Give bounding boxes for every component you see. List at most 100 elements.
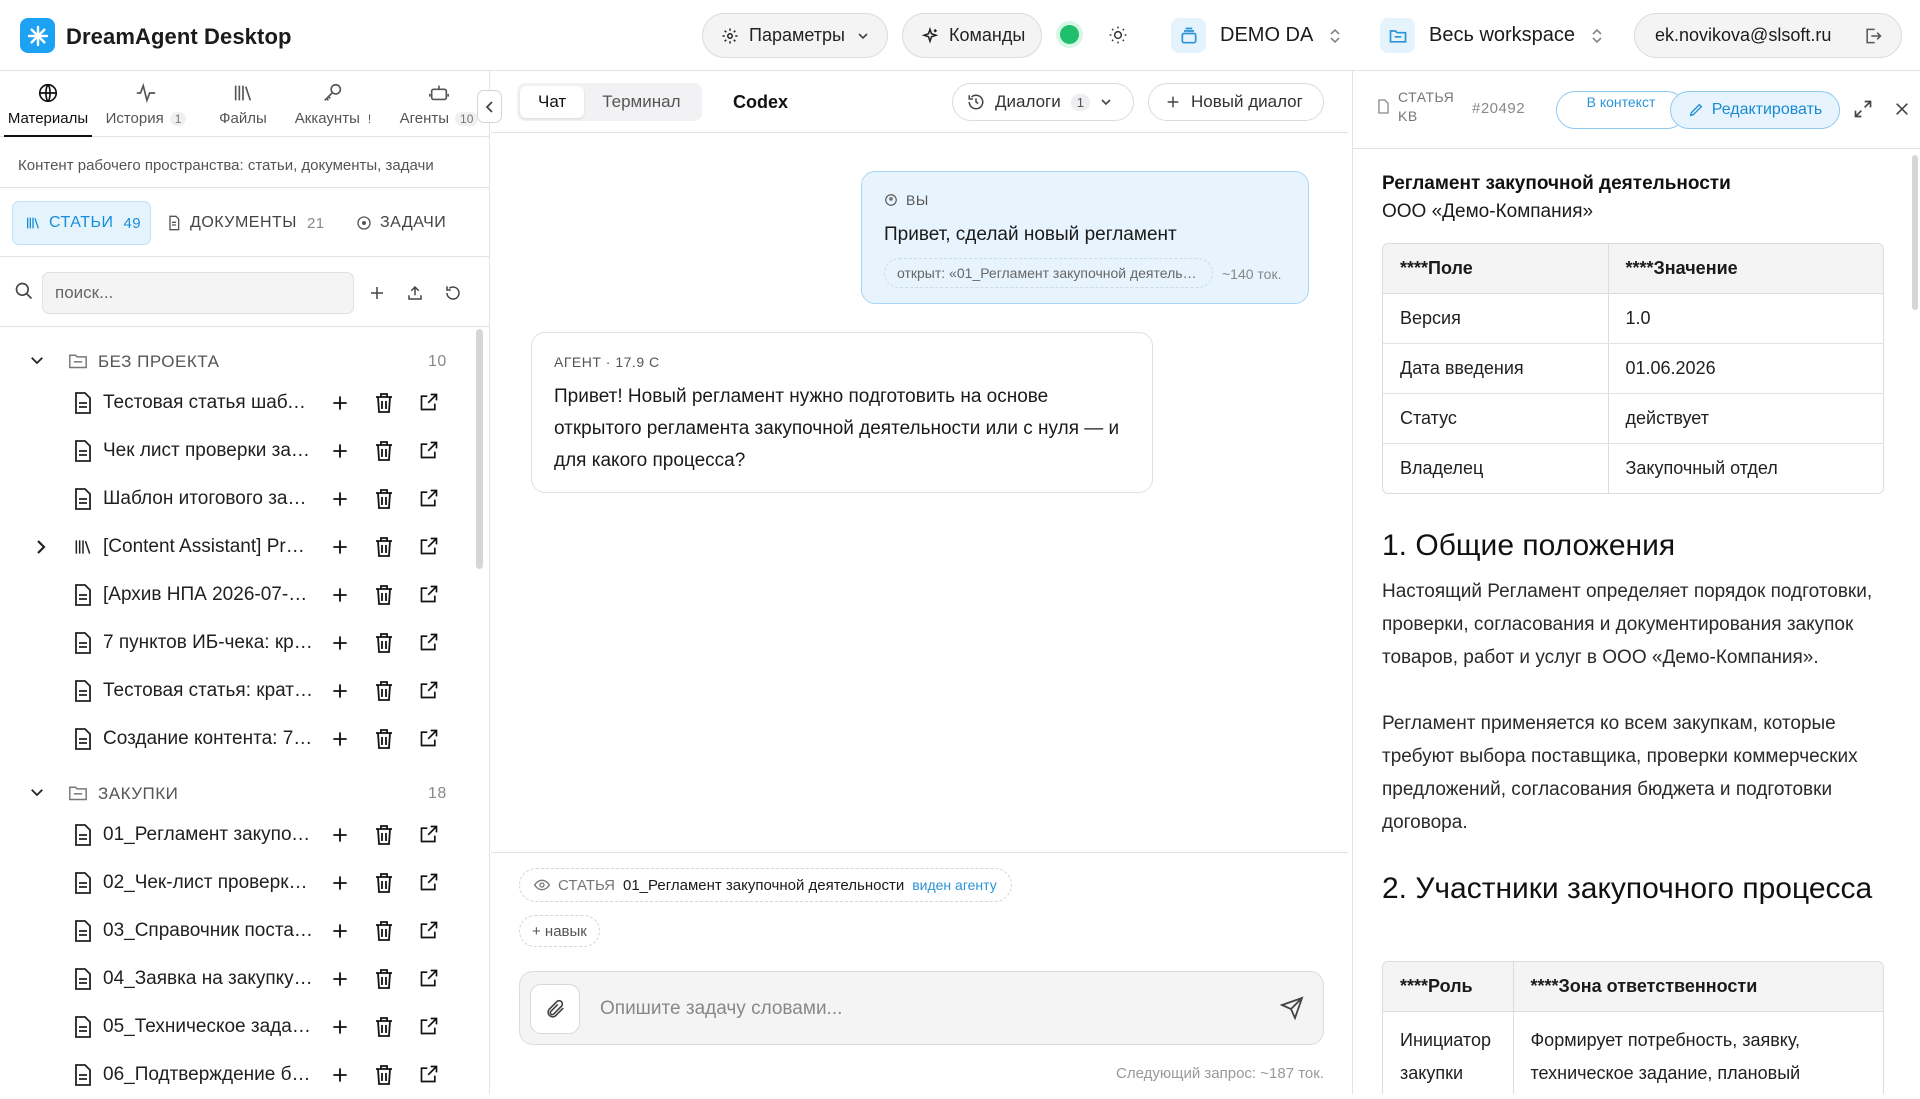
tree-item[interactable]: [Content Assistant] Promt [0, 523, 470, 571]
add-to-context-button[interactable]: В контекст [1556, 91, 1686, 129]
collapse-left-panel-button[interactable] [477, 90, 502, 123]
theme-toggle-sun-icon[interactable] [1108, 25, 1128, 45]
tree-group-no-project[interactable]: БЕЗ ПРОЕКТА 10 [0, 341, 470, 381]
add-icon[interactable] [330, 873, 350, 893]
trash-icon[interactable] [374, 728, 394, 750]
open-external-icon[interactable] [419, 536, 439, 556]
open-external-icon[interactable] [419, 680, 439, 700]
engine-label[interactable]: Codex [733, 92, 788, 113]
attach-button[interactable] [530, 984, 580, 1034]
search-input[interactable] [42, 272, 354, 314]
tab-documents[interactable]: ДОКУМЕНТЫ 21 [154, 201, 334, 245]
expand-icon[interactable] [1853, 99, 1873, 119]
nav-agents[interactable]: Агенты 10 [392, 71, 486, 137]
open-external-icon[interactable] [419, 1016, 439, 1036]
add-skill-button[interactable]: + навык [519, 915, 600, 947]
add-icon[interactable] [330, 1065, 350, 1085]
tab-tasks[interactable]: ЗАДАЧИ [344, 201, 464, 245]
add-icon[interactable] [330, 921, 350, 941]
message-context-chip[interactable]: открыт: «01_Регламент закупочной деятель… [884, 258, 1213, 288]
tree-item[interactable]: 05_Техническое задание [0, 1003, 470, 1051]
open-external-icon[interactable] [419, 440, 439, 460]
add-icon[interactable] [330, 729, 350, 749]
open-external-icon[interactable] [419, 488, 439, 508]
open-external-icon[interactable] [419, 632, 439, 652]
tree-item[interactable]: 01_Регламент закупочной деятельности [0, 811, 470, 859]
nav-materials[interactable]: Материалы [4, 71, 92, 137]
add-icon[interactable] [330, 441, 350, 461]
upload-icon[interactable] [406, 284, 424, 302]
chevron-right-icon[interactable] [34, 538, 48, 556]
add-icon[interactable] [330, 681, 350, 701]
trash-icon[interactable] [374, 536, 394, 558]
trash-icon[interactable] [374, 1016, 394, 1038]
trash-icon[interactable] [374, 632, 394, 654]
edit-button[interactable]: Редактировать [1670, 91, 1840, 129]
add-icon[interactable] [330, 537, 350, 557]
attached-article-chip[interactable]: СТАТЬЯ 01_Регламент закупочной деятельно… [519, 868, 1012, 902]
open-external-icon[interactable] [419, 728, 439, 748]
add-icon[interactable] [330, 585, 350, 605]
add-icon[interactable] [330, 393, 350, 413]
trash-icon[interactable] [374, 440, 394, 462]
trash-icon[interactable] [374, 1064, 394, 1086]
trash-icon[interactable] [374, 584, 394, 606]
nav-files[interactable]: Файлы [204, 71, 282, 137]
open-external-icon[interactable] [419, 1064, 439, 1084]
trash-icon[interactable] [374, 824, 394, 846]
tree-item[interactable]: Шаблон итогового задания [0, 475, 470, 523]
nav-accounts[interactable]: Аккаунты! [290, 71, 376, 137]
add-icon[interactable] [330, 969, 350, 989]
trash-icon[interactable] [374, 680, 394, 702]
trash-icon[interactable] [374, 920, 394, 942]
open-external-icon[interactable] [419, 872, 439, 892]
left-scrollbar[interactable] [476, 329, 483, 569]
tree-group-count: 18 [428, 785, 447, 802]
tree-item[interactable]: 06_Подтверждение бюджета [0, 1051, 470, 1099]
add-icon[interactable] [368, 284, 386, 302]
tree-item[interactable]: Чек лист проверки задачи [0, 427, 470, 475]
user-account-button[interactable]: ek.novikova@slsoft.ru [1634, 13, 1902, 58]
message-input[interactable] [600, 990, 1240, 1028]
add-icon[interactable] [330, 1017, 350, 1037]
tab-terminal[interactable]: Терминал [584, 86, 698, 118]
chevron-down-icon[interactable] [28, 351, 46, 369]
tree-item[interactable]: 02_Чек-лист проверки поставщика [0, 859, 470, 907]
tree-item[interactable]: [Архив НПА 2026-07-01] [0, 571, 470, 619]
open-external-icon[interactable] [419, 824, 439, 844]
tree-item[interactable]: 03_Справочник поставщиков [0, 907, 470, 955]
trash-icon[interactable] [374, 488, 394, 510]
open-external-icon[interactable] [419, 584, 439, 604]
add-icon[interactable] [330, 825, 350, 845]
close-icon[interactable] [1894, 101, 1910, 117]
open-external-icon[interactable] [419, 920, 439, 940]
tree-item[interactable]: Тестовая статья шаблон [0, 379, 470, 427]
add-icon[interactable] [330, 633, 350, 653]
open-external-icon[interactable] [419, 392, 439, 412]
document-icon [73, 1064, 93, 1086]
dialogs-button[interactable]: Диалоги 1 [952, 83, 1134, 121]
tab-chat[interactable]: Чат [520, 86, 585, 118]
refresh-icon[interactable] [444, 284, 462, 302]
new-dialog-button[interactable]: Новый диалог [1148, 83, 1324, 121]
send-icon[interactable] [1280, 996, 1304, 1020]
tree-group-purchases[interactable]: ЗАКУПКИ 18 [0, 773, 470, 813]
logout-icon[interactable] [1863, 26, 1883, 46]
project-selector[interactable]: DEMO DA [1171, 14, 1341, 57]
tree-item[interactable]: Создание контента: 7 шагов [0, 715, 470, 763]
trash-icon[interactable] [374, 872, 394, 894]
open-external-icon[interactable] [419, 968, 439, 988]
workspace-selector[interactable]: Весь workspace [1380, 14, 1603, 57]
tree-item[interactable]: Тестовая статья: краткая [0, 667, 470, 715]
tab-articles[interactable]: СТАТЬИ 49 [12, 201, 151, 245]
article-scrollbar[interactable] [1912, 155, 1918, 310]
nav-history[interactable]: История 1 [100, 71, 192, 137]
params-button[interactable]: Параметры [702, 13, 888, 58]
commands-button[interactable]: Команды [902, 13, 1042, 58]
tree-item[interactable]: 04_Заявка на закупку товаров [0, 955, 470, 1003]
trash-icon[interactable] [374, 968, 394, 990]
trash-icon[interactable] [374, 392, 394, 414]
tree-item[interactable]: 7 пунктов ИБ-чека: кратко [0, 619, 470, 667]
add-icon[interactable] [330, 489, 350, 509]
chevron-down-icon[interactable] [28, 783, 46, 801]
